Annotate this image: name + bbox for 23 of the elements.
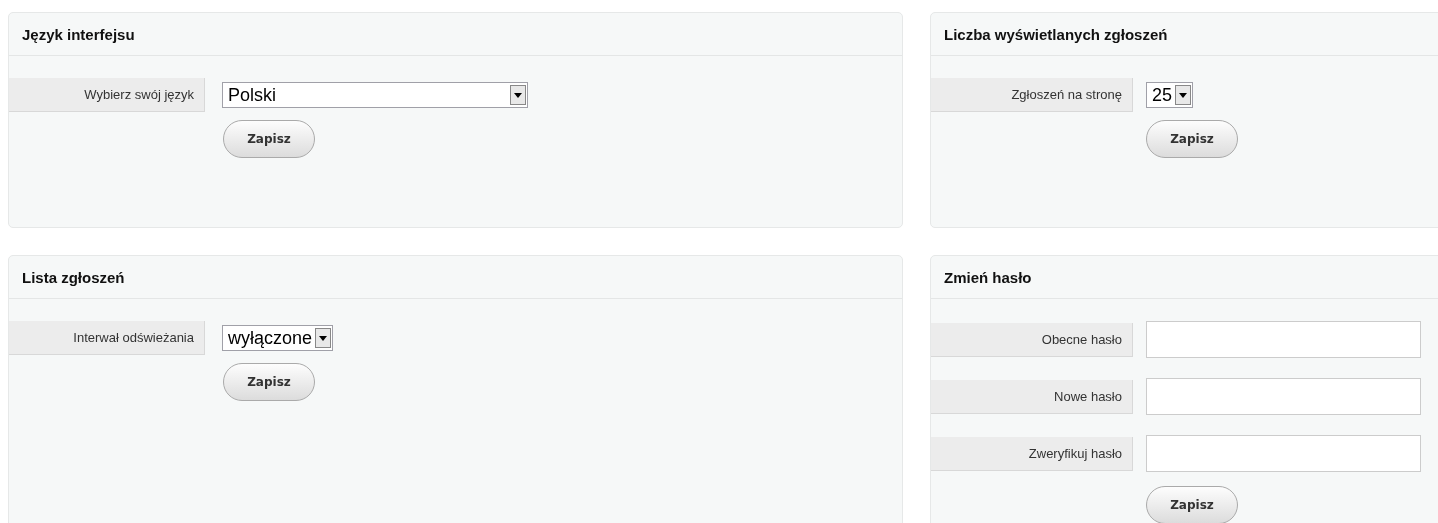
field-label: Wybierz swój język [9, 78, 205, 112]
dropdown[interactable]: wyłączone [222, 325, 334, 351]
dropdown[interactable]: Polski [222, 82, 528, 108]
caret-icon [510, 85, 526, 105]
save-button[interactable]: Zapisz [223, 120, 315, 158]
panel-title: Liczba wyświetlanych zgłoszeń [944, 25, 1168, 43]
field-label: Interwał odświeżania [9, 321, 205, 355]
panel-title: Zmień hasło [944, 268, 1032, 286]
panel-title: Lista zgłoszeń [22, 268, 125, 286]
field-label: Obecne hasło [931, 322, 1133, 357]
field-label: Zweryfikuj hasło [931, 436, 1133, 471]
field-label: Nowe hasło [931, 379, 1133, 414]
save-button[interactable]: Zapisz [1146, 486, 1238, 523]
save-button[interactable]: Zapisz [1146, 120, 1238, 158]
password-field[interactable] [1146, 321, 1421, 358]
caret-icon [315, 328, 332, 348]
save-button[interactable]: Zapisz [223, 363, 315, 401]
panel-title: Język interfejsu [22, 25, 135, 43]
field-label: Zgłoszeń na stronę [931, 78, 1133, 112]
password-field[interactable] [1146, 378, 1421, 415]
caret-icon [1175, 85, 1192, 105]
dropdown[interactable]: 25 [1146, 82, 1194, 108]
password-field[interactable] [1146, 435, 1421, 472]
